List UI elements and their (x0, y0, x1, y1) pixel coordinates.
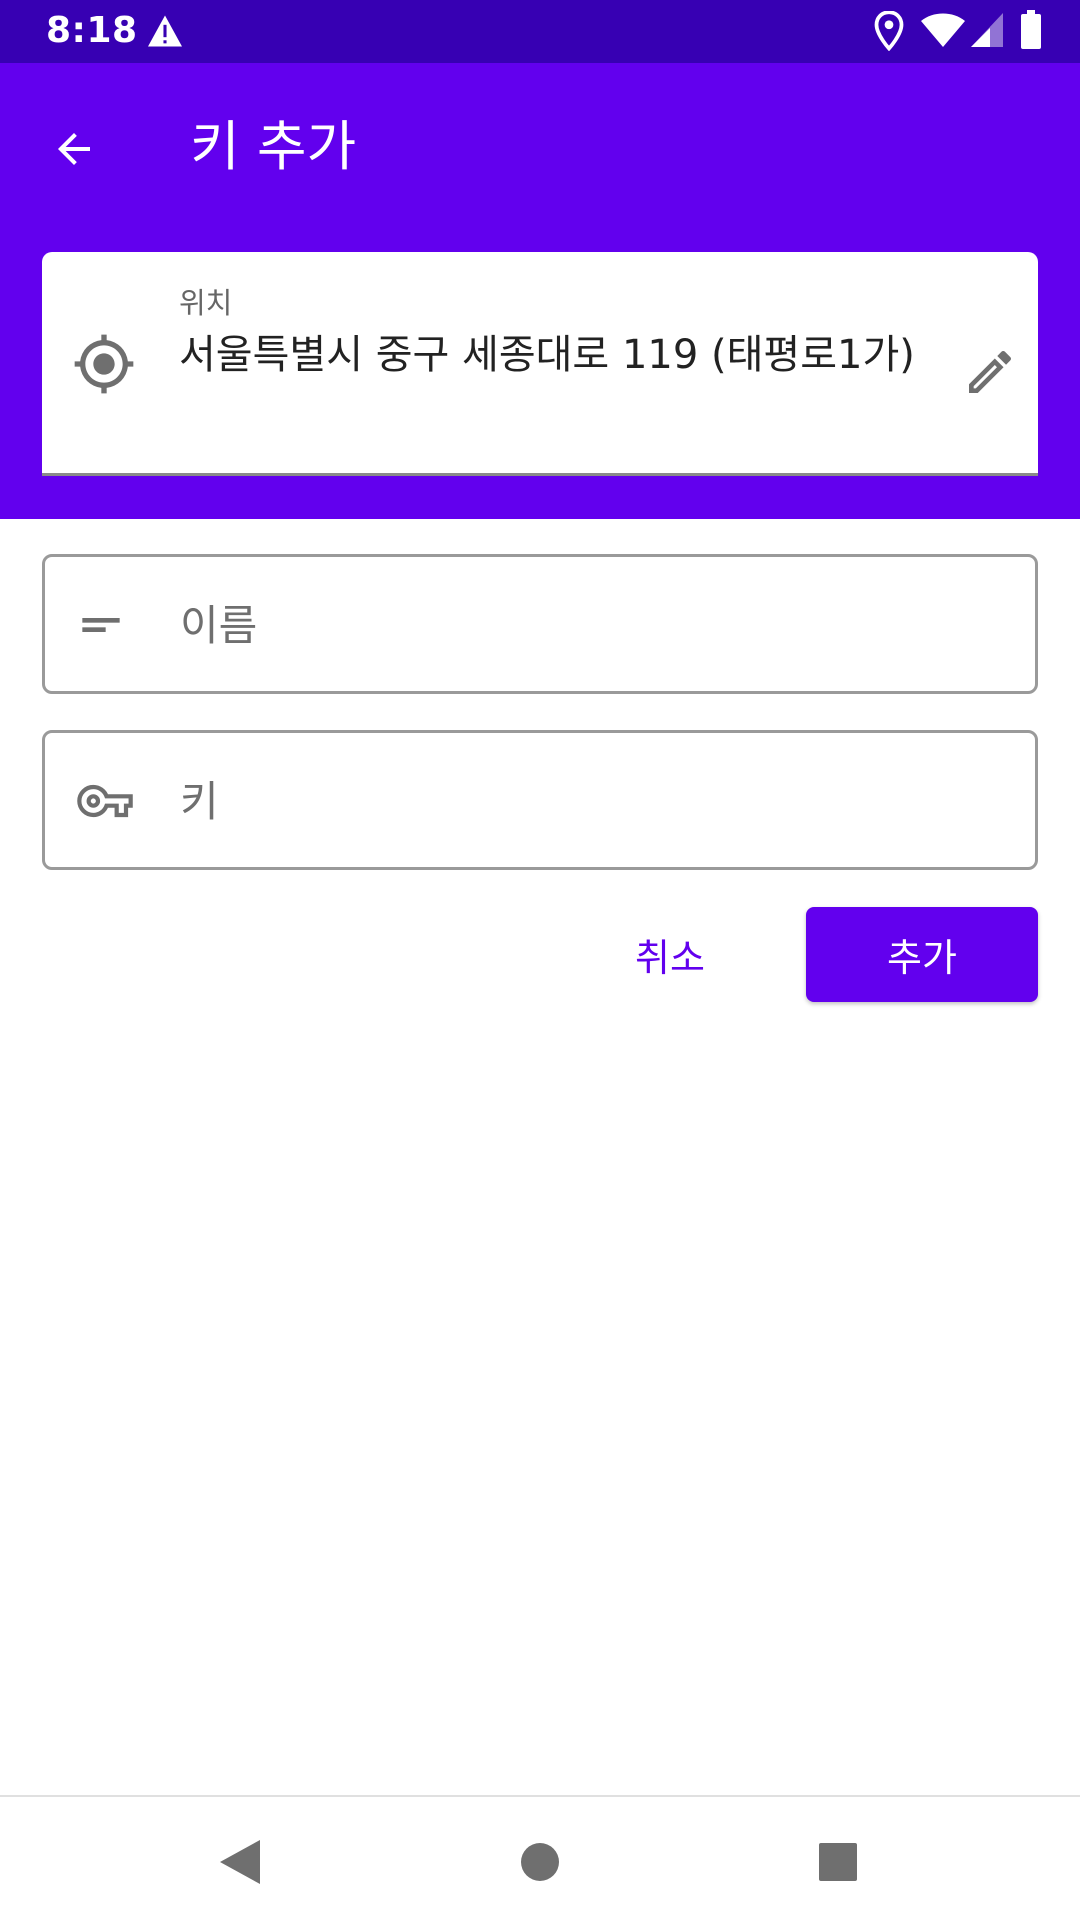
pencil-icon (969, 350, 1012, 393)
wifi-icon (921, 13, 965, 47)
signal-icon (971, 13, 1003, 47)
back-triangle-icon (220, 1840, 260, 1884)
cancel-button[interactable]: 취소 (600, 908, 740, 1000)
key-icon (77, 784, 133, 818)
location-card[interactable]: 위치 서울특별시 중구 세종대로 119 (태평로1가) (42, 252, 1038, 476)
screen: 8:18 키 추가 위치 서울특별시 중구 세종대로 119 (태평로1가) 이… (0, 0, 1080, 1920)
status-bar: 8:18 (0, 0, 1080, 63)
location-value: 서울특별시 중구 세종대로 119 (태평로1가) (179, 332, 915, 378)
recents-square-icon (819, 1843, 857, 1881)
name-field[interactable] (42, 554, 1038, 694)
app-header: 키 추가 위치 서울특별시 중구 세종대로 119 (태평로1가) (0, 63, 1080, 519)
key-input[interactable] (180, 753, 1000, 849)
location-label: 위치 (179, 286, 233, 320)
navigation-bar (0, 1795, 1080, 1920)
page-title: 키 추가 (190, 115, 357, 178)
status-time: 8:18 (46, 10, 138, 51)
nav-home-button[interactable] (505, 1827, 575, 1897)
battery-icon (1021, 10, 1041, 49)
nav-back-button[interactable] (205, 1827, 275, 1897)
home-circle-icon (521, 1843, 559, 1881)
name-input[interactable] (180, 577, 1000, 673)
alert-icon (148, 15, 182, 47)
location-pin-icon (874, 11, 904, 51)
edit-location-button[interactable] (942, 324, 1038, 420)
arrow-back-icon (58, 133, 90, 165)
key-field[interactable] (42, 730, 1038, 870)
back-button[interactable] (26, 101, 122, 197)
nav-recents-button[interactable] (803, 1827, 873, 1897)
short-text-icon (82, 618, 120, 632)
add-button[interactable]: 추가 (806, 907, 1038, 1002)
gps-target-icon (74, 334, 134, 394)
